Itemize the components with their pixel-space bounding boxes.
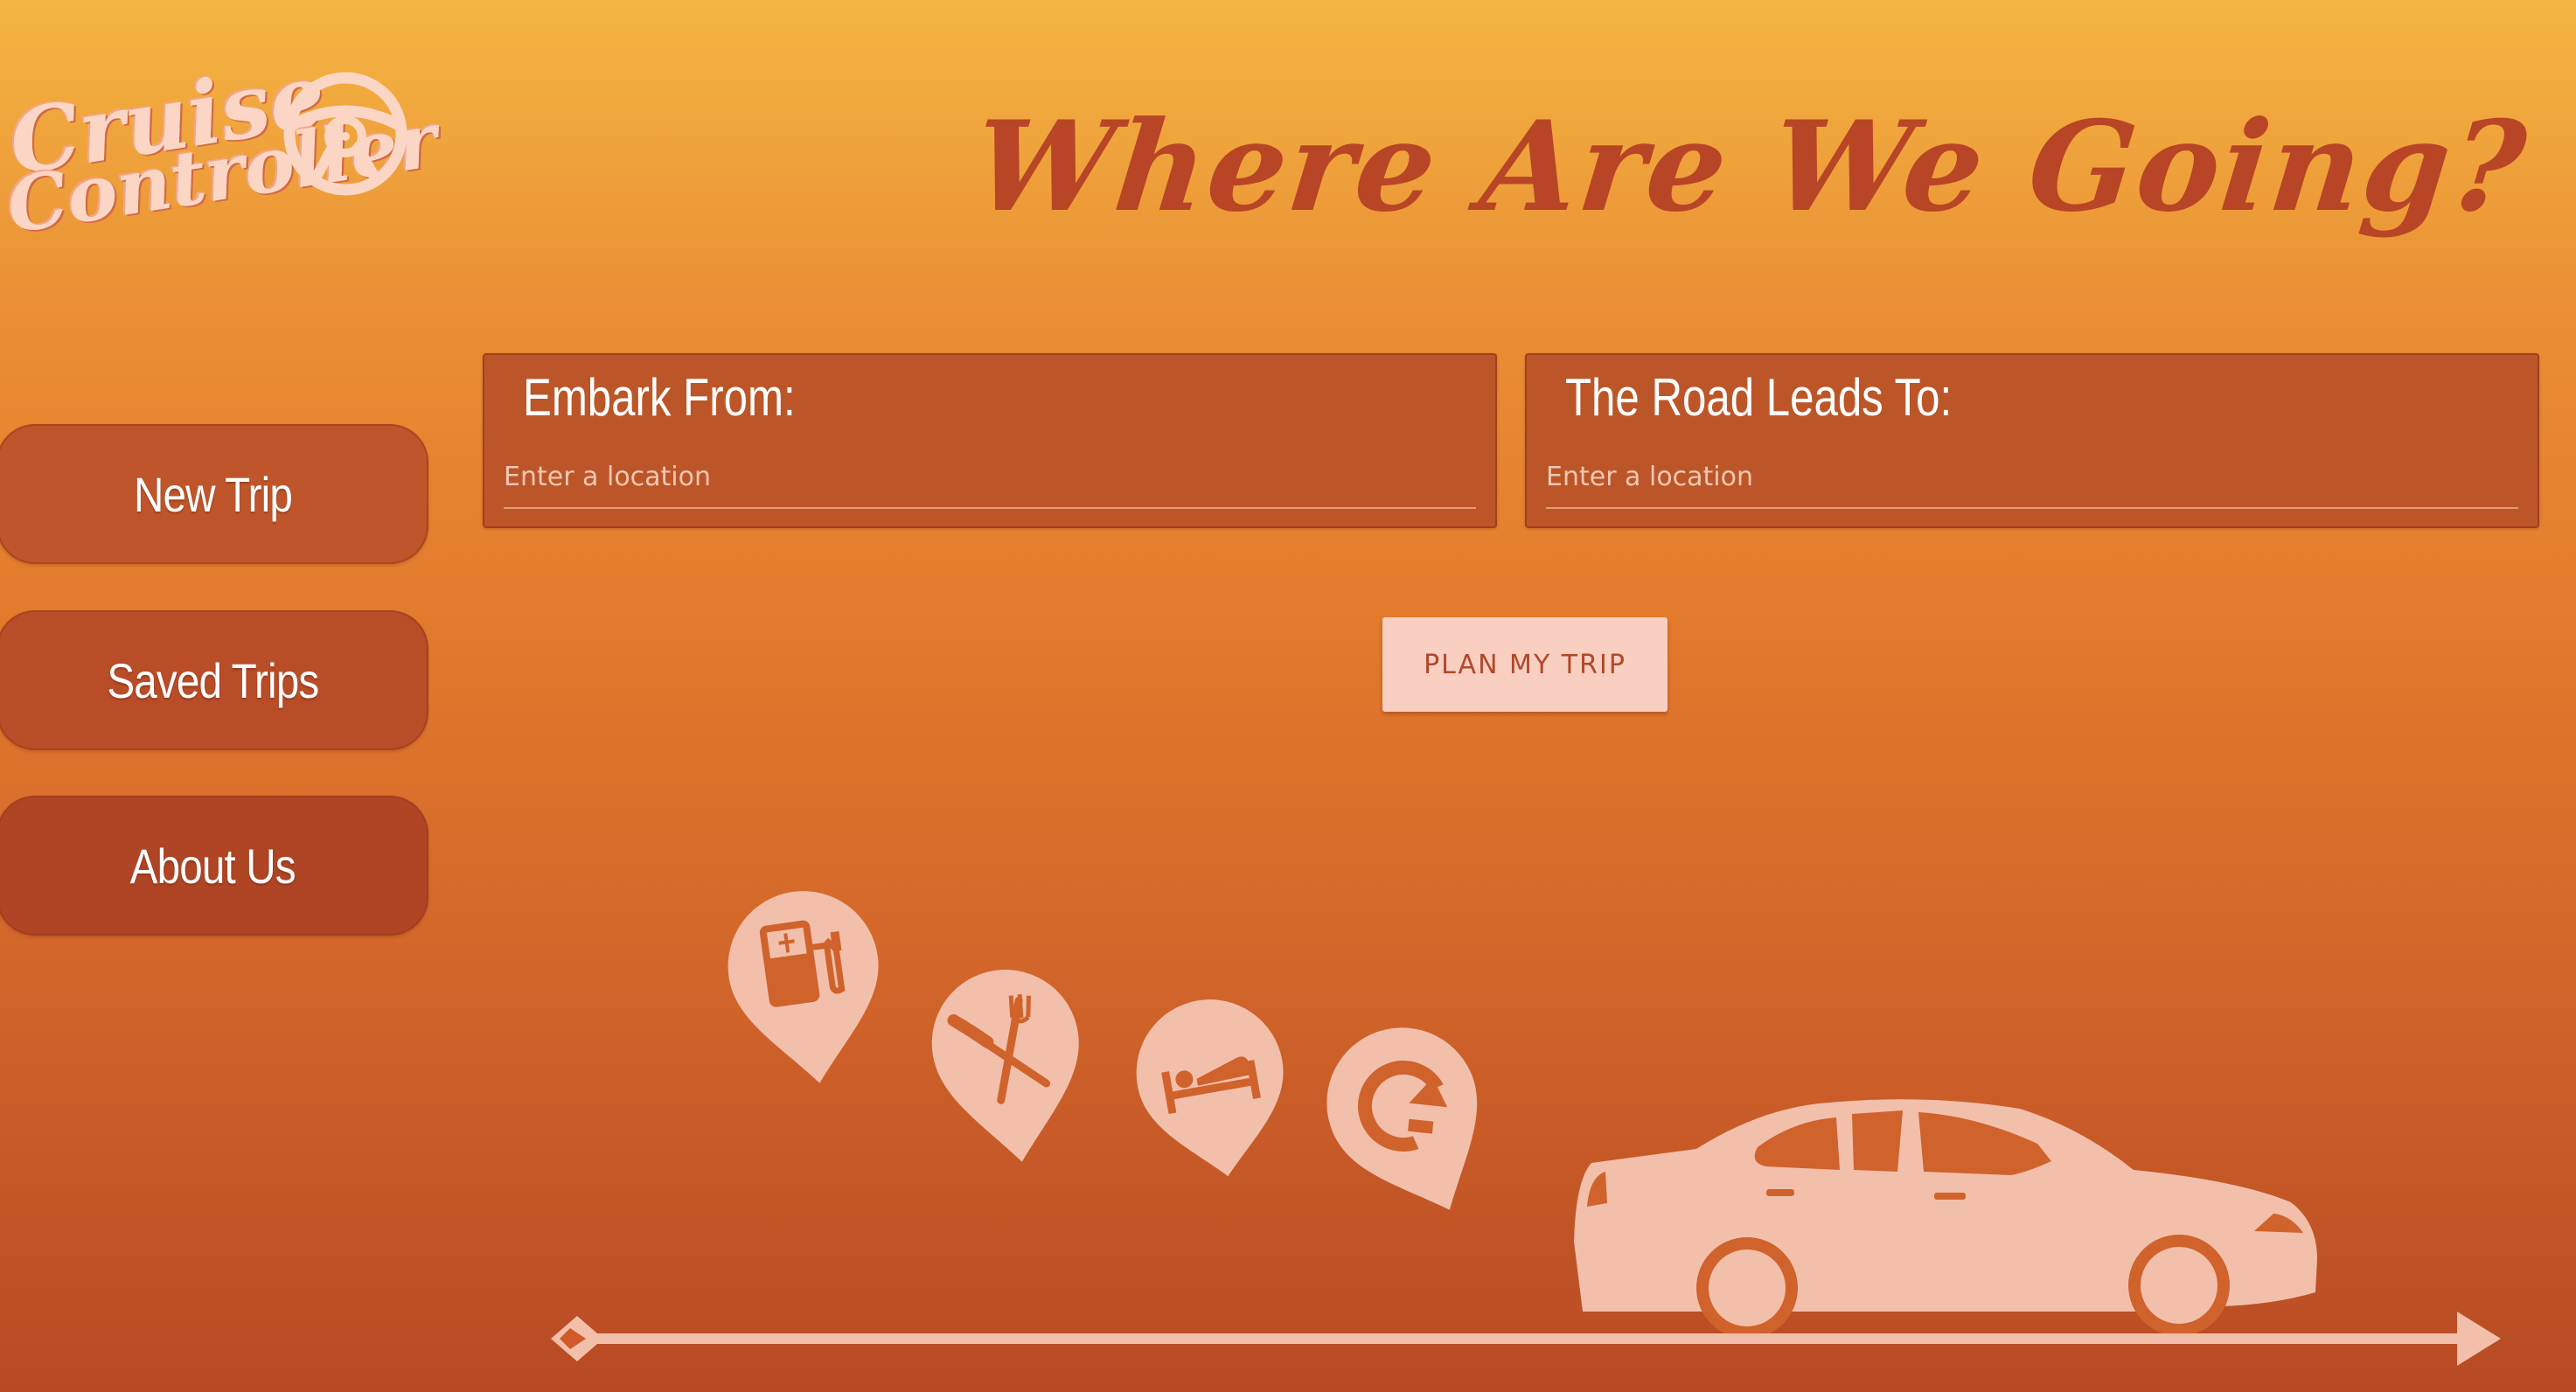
embark-from-input[interactable] [504,446,1476,509]
sidebar-item-label: New Trip [133,466,293,522]
page-title: Where Are We Going? [967,94,2534,240]
sidebar-item-new-trip[interactable]: New Trip [0,424,428,564]
destination-input[interactable] [1546,446,2518,509]
car-icon [1574,1099,2317,1339]
sidebar-item-about-us[interactable]: About Us [0,796,428,936]
steering-wheel-icon [283,72,407,196]
sidebar-item-saved-trips[interactable]: Saved Trips [0,610,428,750]
hotel-bed-icon [1136,999,1284,1177]
app-logo[interactable]: Cruise Controller [1,44,443,266]
restaurant-icon [931,970,1079,1162]
plan-my-trip-button[interactable]: PLAN MY TRIP [1382,617,1667,712]
embark-from-label: Embark From: [523,368,796,427]
destination-label: The Road Leads To: [1565,368,1953,427]
u-turn-icon [1326,1027,1478,1210]
road-arrow [551,1312,2501,1366]
sidebar-item-label: Saved Trips [106,652,319,708]
embark-from-panel: Embark From: [483,353,1497,528]
sidebar-item-label: About Us [129,838,296,894]
gas-station-icon [728,891,879,1083]
destination-panel: The Road Leads To: [1525,353,2539,528]
